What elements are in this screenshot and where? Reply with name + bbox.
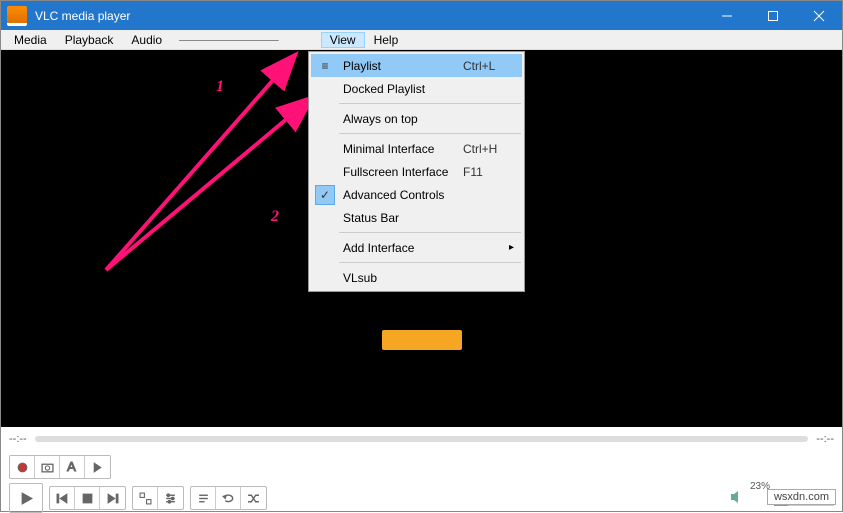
playlist-icon: ≡: [315, 59, 335, 73]
menu-separator: [339, 133, 521, 134]
minimize-button[interactable]: [704, 1, 750, 30]
menu-view[interactable]: View: [321, 32, 365, 48]
loop-ab-button[interactable]: A B: [60, 456, 85, 478]
menu-separator: [339, 262, 521, 263]
checkmark-icon: [315, 185, 335, 205]
app-window: VLC media player Media Playback Audio Vi…: [0, 0, 843, 512]
menu-media[interactable]: Media: [5, 32, 56, 48]
titlebar: VLC media player: [1, 1, 842, 30]
elapsed-time: --:--: [9, 433, 27, 445]
annotation-1: 1: [216, 78, 224, 96]
play-button[interactable]: [10, 484, 42, 512]
menubar: Media Playback Audio View Help: [1, 30, 842, 50]
seek-slider[interactable]: [35, 436, 809, 442]
menu-item-add-interface[interactable]: Add Interface: [311, 236, 522, 259]
watermark: wsxdn.com: [767, 489, 836, 505]
maximize-button[interactable]: [750, 1, 796, 30]
frame-step-button[interactable]: [85, 456, 110, 478]
menu-separator: [339, 103, 521, 104]
menu-item-playlist[interactable]: ≡ Playlist Ctrl+L: [311, 54, 522, 77]
obscured-menu-items: [179, 33, 279, 47]
previous-button[interactable]: [50, 487, 75, 509]
view-dropdown: ≡ Playlist Ctrl+L Docked Playlist Always…: [308, 51, 525, 292]
menu-item-docked-playlist[interactable]: Docked Playlist: [311, 77, 522, 100]
vlc-logo-pedestal: [382, 330, 462, 350]
show-playlist-button[interactable]: [191, 487, 216, 509]
extended-settings-button[interactable]: [158, 487, 183, 509]
menu-separator: [339, 232, 521, 233]
loop-button[interactable]: [216, 487, 241, 509]
next-button[interactable]: [100, 487, 125, 509]
mute-button[interactable]: [730, 490, 746, 507]
menu-item-vlsub[interactable]: VLsub: [311, 266, 522, 289]
menu-item-fullscreen-interface[interactable]: Fullscreen Interface F11: [311, 160, 522, 183]
menu-playback[interactable]: Playback: [56, 32, 123, 48]
controls: A B 23%: [1, 451, 842, 511]
menu-audio[interactable]: Audio: [122, 32, 171, 48]
shuffle-button[interactable]: [241, 487, 266, 509]
menu-item-minimal-interface[interactable]: Minimal Interface Ctrl+H: [311, 137, 522, 160]
snapshot-button[interactable]: [35, 456, 60, 478]
menu-help[interactable]: Help: [365, 32, 408, 48]
annotation-2: 2: [271, 208, 279, 226]
menu-item-always-on-top[interactable]: Always on top: [311, 107, 522, 130]
close-button[interactable]: [796, 1, 842, 30]
total-time: --:--: [816, 433, 834, 445]
seek-bar: --:-- --:--: [1, 427, 842, 451]
stop-button[interactable]: [75, 487, 100, 509]
svg-text:A B: A B: [67, 461, 79, 474]
fullscreen-button[interactable]: [133, 487, 158, 509]
window-title: VLC media player: [33, 9, 704, 23]
record-button[interactable]: [10, 456, 35, 478]
menu-item-advanced-controls[interactable]: Advanced Controls: [311, 183, 522, 206]
vlc-cone-icon: [7, 6, 27, 26]
menu-item-status-bar[interactable]: Status Bar: [311, 206, 522, 229]
